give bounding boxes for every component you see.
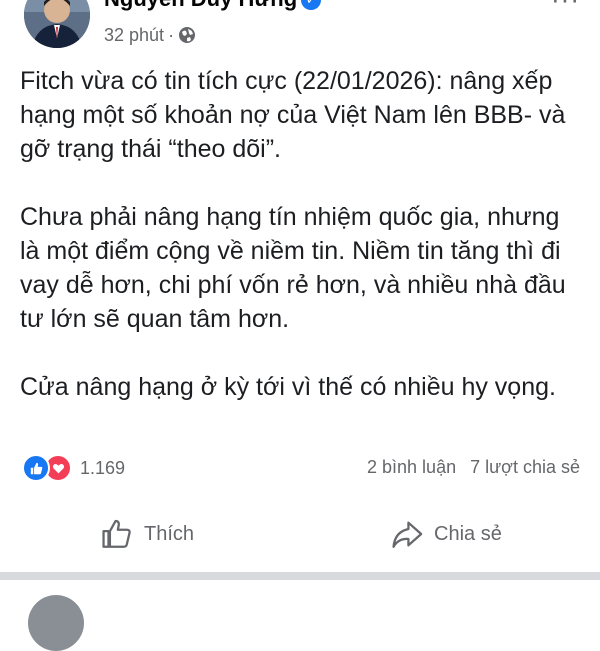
comment-count[interactable]: 2 bình luận [367,457,456,477]
share-button[interactable]: Chia sẻ [390,514,502,554]
reactions-summary[interactable]: 1.169 [22,454,125,482]
post-meta: 32 phút · [104,25,196,49]
like-button-label: Thích [144,522,195,545]
thumbs-up-icon [102,519,131,548]
more-options-button[interactable]: ··· [551,0,580,15]
author-avatar[interactable] [24,0,90,48]
post-paragraph-3: Cửa nâng hạng ở kỳ tới vì thế có nhiều h… [20,373,556,401]
like-reaction-icon [22,454,50,482]
share-count[interactable]: 7 lượt chia sẻ [470,457,580,477]
next-post-card [0,580,600,651]
share-arrow-icon [392,521,423,548]
author-name[interactable]: Nguyễn Duy Hưng ✓ [104,0,322,12]
post-text: Fitch vừa có tin tích cực (22/01/2026): … [20,64,585,404]
verified-badge-icon: ✓ [301,0,322,10]
like-button[interactable]: Thích [100,514,194,554]
share-button-label: Chia sẻ [434,522,502,545]
globe-icon[interactable] [178,26,196,49]
post-paragraph-2: Chưa phải nâng hạng tín nhiệm quốc gia, … [20,203,566,333]
actions-divider [0,496,600,497]
meta-separator: · [168,25,175,45]
feed-divider [0,572,600,580]
next-post-avatar[interactable] [28,595,84,651]
author-name-text[interactable]: Nguyễn Duy Hưng [104,0,297,11]
post-paragraph-1: Fitch vừa có tin tích cực (22/01/2026): … [20,67,566,163]
reaction-count[interactable]: 1.169 [80,458,125,479]
post-card: Nguyễn Duy Hưng ✓ 32 phút· ··· Fitch vừa … [0,0,600,572]
engagement-stats: 2 bình luận 7 lượt chia sẻ [367,457,580,478]
post-time[interactable]: 32 phút [104,25,164,45]
